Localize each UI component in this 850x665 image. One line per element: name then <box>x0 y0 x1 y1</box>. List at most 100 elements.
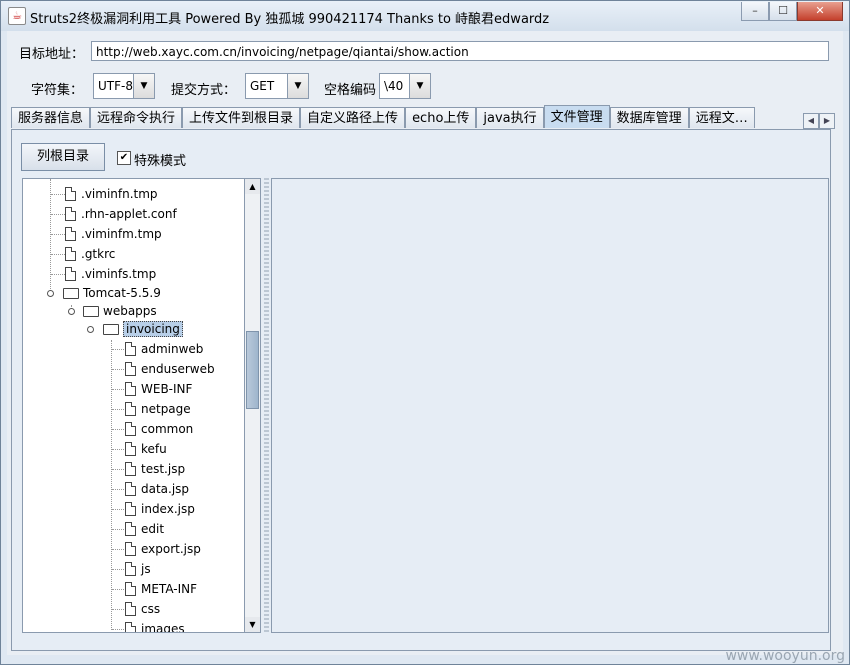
title-bar: ☕ Struts2终极漏洞利用工具 Powered By 独孤城 9904211… <box>1 1 849 31</box>
method-select[interactable]: GET ▼ <box>245 73 309 99</box>
url-row: 目标地址： <box>19 43 84 62</box>
tab-java-exec[interactable]: java执行 <box>476 107 544 128</box>
tree-file[interactable]: WEB-INF <box>125 379 192 399</box>
tree-expand-toggle-icon[interactable] <box>47 290 54 297</box>
file-icon <box>125 482 136 496</box>
file-icon <box>125 462 136 476</box>
file-icon <box>125 562 136 576</box>
tab-db-manager[interactable]: 数据库管理 <box>609 107 689 128</box>
method-value: GET <box>246 74 287 98</box>
folder-icon <box>103 323 119 335</box>
window-title: Struts2终极漏洞利用工具 Powered By 独孤城 990421174… <box>30 12 550 27</box>
file-icon <box>125 382 136 396</box>
chevron-down-icon: ▼ <box>409 74 430 98</box>
charset-select[interactable]: UTF-8 ▼ <box>93 73 155 99</box>
tree-file[interactable]: .viminfs.tmp <box>65 264 156 284</box>
file-icon <box>125 622 136 632</box>
tab-echo-upload[interactable]: echo上传 <box>405 107 477 128</box>
tree-file[interactable]: enduserweb <box>125 359 215 379</box>
file-icon <box>65 267 76 281</box>
charset-value: UTF-8 <box>94 74 133 98</box>
file-icon <box>125 342 136 356</box>
file-icon <box>125 582 136 596</box>
special-mode-checkbox[interactable]: ✔ <box>117 151 131 165</box>
tree-guide <box>111 340 112 630</box>
scroll-thumb[interactable] <box>246 331 259 409</box>
file-icon <box>65 227 76 241</box>
tree-file[interactable]: adminweb <box>125 339 203 359</box>
window-controls: – ☐ ✕ <box>741 2 843 21</box>
minimize-button[interactable]: – <box>741 2 769 21</box>
tree-file[interactable]: js <box>125 559 151 579</box>
charset-label: 字符集： <box>31 83 84 98</box>
tab-custom-upload[interactable]: 自定义路径上传 <box>300 107 406 128</box>
tree-folder-invoicing[interactable]: invoicing <box>103 319 183 339</box>
file-icon <box>125 602 136 616</box>
tab-bar: 服务器信息 远程命令执行 上传文件到根目录 自定义路径上传 echo上传 jav… <box>11 105 755 129</box>
file-icon <box>125 502 136 516</box>
tab-scroll-right-icon[interactable]: ▶ <box>819 113 835 129</box>
chevron-down-icon: ▼ <box>287 74 308 98</box>
tab-remote-more[interactable]: 远程文… <box>688 107 755 128</box>
tree-file[interactable]: data.jsp <box>125 479 189 499</box>
space-encoding-value: \40 <box>380 74 409 98</box>
tree-guide <box>50 179 51 297</box>
tree-folder-tomcat[interactable]: Tomcat-5.5.9 <box>63 283 161 303</box>
file-content-pane <box>271 178 829 633</box>
tree-scrollbar[interactable]: ▲ ▼ <box>244 178 261 633</box>
tree-file[interactable]: .gtkrc <box>65 244 115 264</box>
tab-upload-root[interactable]: 上传文件到根目录 <box>182 107 301 128</box>
tree-file[interactable]: export.jsp <box>125 539 201 559</box>
selected-node-label: invoicing <box>123 321 183 337</box>
tree-expand-toggle-icon[interactable] <box>68 308 75 315</box>
watermark: www.wooyun.org <box>725 648 845 664</box>
tree-file[interactable]: images <box>125 619 185 632</box>
file-icon <box>125 422 136 436</box>
file-icon <box>125 442 136 456</box>
file-icon <box>65 187 76 201</box>
tree-file[interactable]: css <box>125 599 160 619</box>
space-encoding-select[interactable]: \40 ▼ <box>379 73 431 99</box>
tree-file[interactable]: index.jsp <box>125 499 195 519</box>
tree-folder-webapps[interactable]: webapps <box>83 301 157 321</box>
scroll-down-icon[interactable]: ▼ <box>245 617 260 632</box>
file-icon <box>125 402 136 416</box>
tree-file[interactable]: netpage <box>125 399 191 419</box>
maximize-button[interactable]: ☐ <box>769 2 797 21</box>
file-icon <box>65 207 76 221</box>
tree-file[interactable]: edit <box>125 519 164 539</box>
tree-file[interactable]: META-INF <box>125 579 197 599</box>
tree-file[interactable]: .rhn-applet.conf <box>65 204 177 224</box>
file-icon <box>65 247 76 261</box>
java-app-icon: ☕ <box>8 7 26 25</box>
tab-server-info[interactable]: 服务器信息 <box>11 107 91 128</box>
method-label: 提交方式： <box>171 83 237 98</box>
tree-file[interactable]: common <box>125 419 193 439</box>
tab-file-manager[interactable]: 文件管理 <box>543 105 610 128</box>
file-icon <box>125 542 136 556</box>
tab-scroll: ◀ ▶ <box>803 113 835 129</box>
file-icon <box>125 522 136 536</box>
client-area: 目标地址： http://web.xayc.com.cn/invoicing/n… <box>7 31 843 655</box>
tab-remote-command[interactable]: 远程命令执行 <box>90 107 183 128</box>
app-window: ☕ Struts2终极漏洞利用工具 Powered By 独孤城 9904211… <box>0 0 850 665</box>
tree-file[interactable]: kefu <box>125 439 167 459</box>
tree-file[interactable]: .viminfn.tmp <box>65 184 158 204</box>
tree-expand-toggle-icon[interactable] <box>87 326 94 333</box>
tree-file[interactable]: test.jsp <box>125 459 185 479</box>
url-label: 目标地址： <box>19 47 85 62</box>
close-button[interactable]: ✕ <box>797 2 843 21</box>
file-tree[interactable]: .viminfn.tmp .rhn-applet.conf .viminfm.t… <box>22 178 247 633</box>
tree-file[interactable]: .viminfm.tmp <box>65 224 162 244</box>
tab-scroll-left-icon[interactable]: ◀ <box>803 113 819 129</box>
space-encoding-label: 空格编码 <box>324 83 377 98</box>
folder-icon <box>63 287 79 299</box>
special-mode-label: 特殊模式 <box>134 154 187 169</box>
split-pane-divider[interactable] <box>264 178 269 633</box>
folder-icon <box>83 305 99 317</box>
list-root-button[interactable]: 列根目录 <box>21 143 105 171</box>
chevron-down-icon: ▼ <box>133 74 154 98</box>
scroll-up-icon[interactable]: ▲ <box>245 179 260 194</box>
url-input[interactable]: http://web.xayc.com.cn/invoicing/netpage… <box>91 41 829 61</box>
file-icon <box>125 362 136 376</box>
